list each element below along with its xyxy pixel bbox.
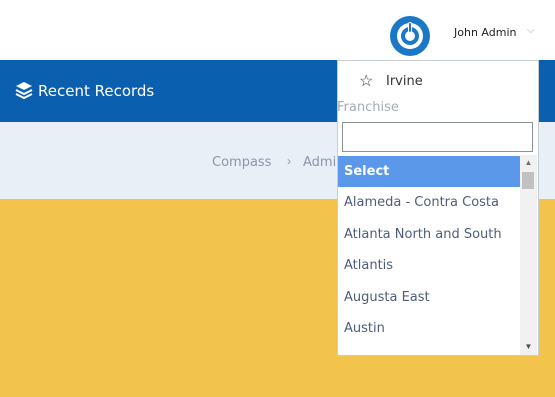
layers-icon xyxy=(15,82,33,100)
breadcrumb-item-compass[interactable]: Compass xyxy=(212,155,271,170)
current-location-label: Irvine xyxy=(386,74,423,89)
breadcrumb-separator-icon: › xyxy=(287,154,291,168)
app-logo-icon[interactable] xyxy=(390,16,430,56)
scroll-up-icon[interactable]: ▲ xyxy=(520,156,537,170)
franchise-option-select[interactable]: Select xyxy=(338,156,520,187)
scrollbar-thumb[interactable] xyxy=(522,172,534,189)
franchise-option[interactable]: Atlanta North and South xyxy=(338,219,520,250)
recent-records-link[interactable]: Recent Records xyxy=(38,82,154,100)
breadcrumb-item-admin[interactable]: Admi xyxy=(303,155,336,170)
scroll-down-icon[interactable]: ▼ xyxy=(520,340,537,354)
franchise-options-list[interactable]: Select Alameda - Contra Costa Atlanta No… xyxy=(338,155,538,355)
franchise-label: Franchise xyxy=(337,100,399,115)
user-menu-name[interactable]: John Admin xyxy=(454,26,516,39)
star-icon[interactable]: ☆ xyxy=(359,71,373,91)
franchise-option[interactable]: Augusta East xyxy=(338,282,520,313)
franchise-option[interactable]: Austin xyxy=(338,313,520,344)
franchise-option[interactable]: Atlantis xyxy=(338,250,520,281)
franchise-option[interactable]: Alameda - Contra Costa xyxy=(338,187,520,218)
franchise-search-input[interactable] xyxy=(342,122,533,152)
app-page: John Admin ⌵ Recent Records Compass › Ad… xyxy=(0,0,555,397)
chevron-down-icon[interactable]: ⌵ xyxy=(527,25,535,36)
